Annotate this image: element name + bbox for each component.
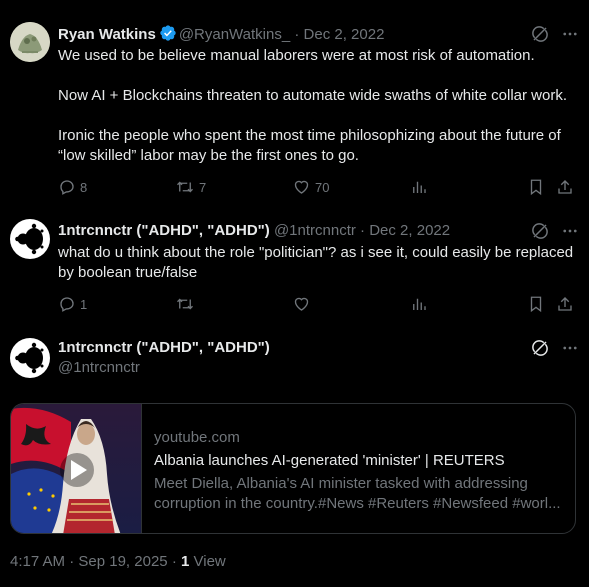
- reply-icon: [60, 297, 74, 312]
- main-author-handle-line: @1ntrcnnctr: [58, 358, 140, 378]
- tweet-top-icons: [530, 24, 580, 44]
- like-icon: [294, 297, 309, 311]
- tweet-header: 1ntrcnnctr ("ADHD", "ADHD") @1ntrcnnctr …: [58, 221, 450, 241]
- reply-count: 1: [80, 296, 88, 312]
- reply-icon: [60, 180, 74, 195]
- tweet-text: We used to be believe manual laborers we…: [58, 47, 567, 164]
- repost-count: 7: [199, 179, 207, 195]
- repost-icon: [177, 298, 193, 310]
- time-separator: ·: [69, 553, 75, 570]
- avatar-1ntrcnnctr[interactable]: [10, 219, 50, 259]
- grok-icon[interactable]: [530, 221, 550, 241]
- reply-button[interactable]: 1: [58, 295, 87, 313]
- author-name[interactable]: Ryan Watkins: [58, 26, 156, 43]
- time-separator: ·: [171, 553, 177, 570]
- views-icon: [413, 298, 426, 310]
- like-count: 70: [315, 179, 330, 195]
- bookmark-button[interactable]: [527, 178, 545, 196]
- card-title[interactable]: Albania launches AI-generated 'minister'…: [154, 451, 569, 471]
- bookmark-icon: [530, 179, 542, 196]
- reply-button[interactable]: 8: [58, 178, 87, 196]
- like-icon: [294, 180, 309, 194]
- tweet-header: Ryan Watkins @RyanWatkins_ · Dec 2, 2022: [58, 24, 384, 48]
- share-icon: [558, 297, 572, 311]
- share-button[interactable]: [556, 178, 574, 196]
- video-thumbnail[interactable]: [11, 404, 142, 533]
- more-icon[interactable]: [560, 338, 580, 358]
- tweet-actions: 8 7 70: [58, 178, 578, 198]
- views-button[interactable]: [410, 295, 428, 313]
- tweet-top-icons: [530, 221, 580, 241]
- card-description: Meet Diella, Albania's AI minister taske…: [154, 475, 561, 512]
- card-domain: youtube.com: [154, 429, 240, 446]
- author-handle[interactable]: @1ntrcnnctr: [58, 359, 140, 376]
- author-handle[interactable]: @RyanWatkins_: [179, 26, 290, 43]
- more-icon[interactable]: [560, 24, 580, 44]
- share-icon: [558, 180, 572, 194]
- reply-count: 8: [80, 179, 88, 195]
- tweet-top-icons: [530, 338, 580, 358]
- author-name[interactable]: 1ntrcnnctr ("ADHD", "ADHD"): [58, 222, 270, 239]
- post-time[interactable]: 4:17 AM: [10, 553, 65, 570]
- like-button[interactable]: [292, 295, 315, 313]
- views-count: 1: [180, 553, 190, 570]
- main-author-name-line: 1ntrcnnctr ("ADHD", "ADHD"): [58, 338, 270, 358]
- like-button[interactable]: 70: [292, 178, 329, 196]
- repost-icon: [177, 181, 193, 193]
- date-separator: ·: [294, 26, 300, 43]
- tweet-text: what do u think about the role "politici…: [58, 244, 578, 281]
- repost-button[interactable]: [175, 295, 199, 313]
- tweet-date[interactable]: Dec 2, 2022: [304, 26, 385, 43]
- bookmark-icon: [530, 296, 542, 313]
- tweet-actions: 1: [58, 295, 578, 315]
- more-icon[interactable]: [560, 221, 580, 241]
- views-icon: [413, 181, 426, 193]
- link-preview-card[interactable]: youtube.com Albania launches AI-generate…: [10, 403, 576, 534]
- date-separator: ·: [360, 222, 366, 239]
- post-timestamp: 4:17 AM · Sep 19, 2025 · 1 View: [10, 552, 226, 572]
- author-name[interactable]: 1ntrcnnctr ("ADHD", "ADHD"): [58, 339, 270, 356]
- tweet-date[interactable]: Dec 2, 2022: [369, 222, 450, 239]
- bookmark-button[interactable]: [527, 295, 545, 313]
- views-button[interactable]: [410, 178, 428, 196]
- repost-button[interactable]: 7: [175, 178, 206, 196]
- grok-icon[interactable]: [530, 338, 550, 358]
- share-button[interactable]: [556, 295, 574, 313]
- post-date[interactable]: Sep 19, 2025: [78, 553, 167, 570]
- grok-icon[interactable]: [530, 24, 550, 44]
- avatar-ryan-watkins[interactable]: [10, 22, 50, 62]
- verified-badge-icon: [159, 24, 177, 48]
- avatar-1ntrcnnctr[interactable]: [10, 338, 50, 378]
- card-text: youtube.com Albania launches AI-generate…: [154, 428, 569, 514]
- views-label: View: [193, 553, 226, 570]
- author-handle[interactable]: @1ntrcnnctr: [274, 222, 356, 239]
